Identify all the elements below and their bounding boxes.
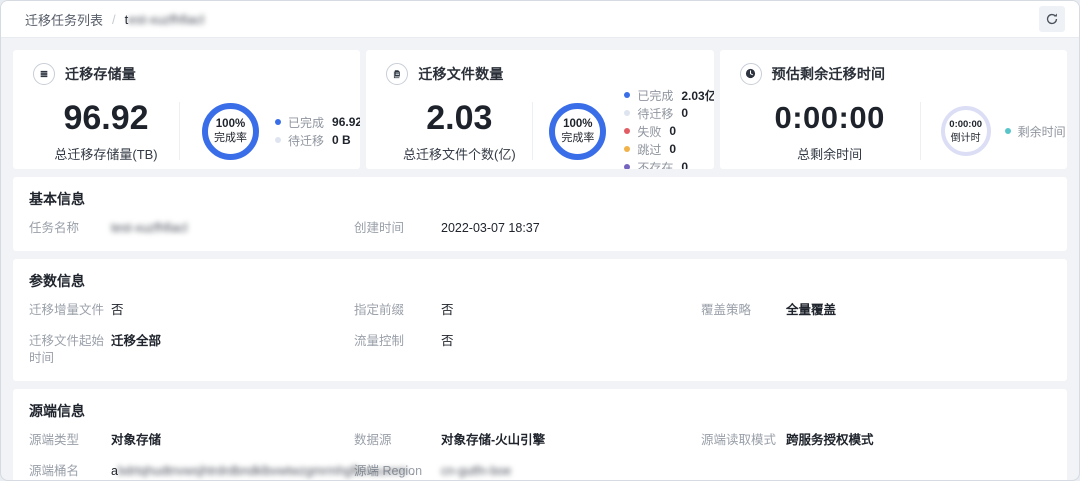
stat-cards: 迁移存储量 96.92 总迁移存储量(TB) 100% 完成率 已完成 96.9…	[13, 50, 1067, 169]
source-region-redacted: cn-gutfn-boe	[441, 463, 511, 480]
progress-caption: 完成率	[561, 132, 594, 145]
info-row: 任务名称 test-xuzfhfiacl 创建时间 2022-03-07 18:…	[29, 220, 1051, 237]
legend-item: 失败 0	[624, 122, 713, 140]
legend-dot-skipped	[624, 146, 630, 152]
info-row: 迁移文件起始时间 迁移全部 流量控制 否	[29, 333, 1051, 367]
legend-dot-pending	[624, 110, 630, 116]
throttle-label: 流量控制	[354, 333, 441, 367]
overwrite-policy-value: 全量覆盖	[786, 302, 836, 319]
time-legend: 剩余时间	[1005, 122, 1067, 140]
info-row: 迁移增量文件 否 指定前缀 否 覆盖策略 全量覆盖	[29, 302, 1051, 319]
remaining-time-label: 总剩余时间	[740, 144, 920, 163]
bucket-redacted: bdrtqhudtnvwsjhtrdrdbndklbvwtwzgmrmhgfbv…	[118, 464, 408, 478]
legend-item: 已完成 96.92 TB	[275, 113, 360, 131]
card-remaining-time: 预估剩余迁移时间 0:00:00 总剩余时间 0:00:00 倒计时 剩余时间	[720, 50, 1067, 169]
legend-dot-notexist	[624, 164, 630, 169]
read-mode-value: 跨服务授权模式	[786, 432, 874, 449]
countdown-ring: 0:00:00 倒计时	[941, 106, 991, 156]
legend-item: 剩余时间	[1005, 122, 1067, 140]
divider	[920, 102, 921, 160]
legend-dot-pending	[275, 137, 281, 143]
card-title: 预估剩余迁移时间	[772, 64, 886, 84]
legend-item: 已完成 2.03亿	[624, 86, 713, 104]
legend-item: 待迁移 0 B	[275, 131, 360, 149]
incremental-label: 迁移增量文件	[29, 302, 111, 319]
task-name-value-redacted: test-xuzfhfiacl	[111, 220, 187, 237]
breadcrumb: 迁移任务列表 / test-xuzfhfiacl	[1, 1, 1079, 38]
source-info-panel: 源端信息 源端类型 对象存储 数据源 对象存储-火山引擎 源端读取模式 跨服务授…	[13, 389, 1067, 481]
parameter-info-panel: 参数信息 迁移增量文件 否 指定前缀 否 覆盖策略 全量覆盖 迁移文件起始时间 …	[13, 259, 1067, 381]
info-row: 源端类型 对象存储 数据源 对象存储-火山引擎 源端读取模式 跨服务授权模式	[29, 432, 1051, 449]
progress-caption: 完成率	[214, 132, 247, 145]
card-title: 迁移文件数量	[418, 64, 503, 84]
source-bucket-value: abdrtqhudtnvwsjhtrdrdbndklbvwtwzgmrmhgfb…	[111, 463, 415, 480]
storage-progress-ring: 100% 完成率	[202, 103, 259, 160]
legend-dot-done	[624, 92, 630, 98]
countdown-value: 0:00:00	[949, 118, 982, 131]
files-icon	[386, 63, 408, 85]
storage-legend: 已完成 96.92 TB 待迁移 0 B	[275, 113, 360, 149]
source-info-title: 源端信息	[29, 402, 1051, 420]
card-migrated-files: 迁移文件数量 2.03 总迁移文件个数(亿) 100% 完成率 已完成 2.03…	[366, 50, 713, 169]
card-migrated-storage: 迁移存储量 96.92 总迁移存储量(TB) 100% 完成率 已完成 96.9…	[13, 50, 360, 169]
start-time-label: 迁移文件起始时间	[29, 333, 111, 367]
refresh-button[interactable]	[1039, 6, 1065, 32]
task-name-redacted: est-xuzfhfiacl	[128, 12, 204, 27]
files-legend: 已完成 2.03亿 待迁移 0 失败 0 跳过	[624, 86, 713, 169]
remaining-time-value: 0:00:00	[740, 99, 920, 137]
incremental-value: 否	[111, 302, 124, 319]
read-mode-label: 源端读取模式	[701, 432, 786, 449]
datasource-label: 数据源	[354, 432, 441, 449]
total-files-label: 总迁移文件个数(亿)	[386, 144, 532, 163]
migration-task-detail-page: 迁移任务列表 / test-xuzfhfiacl 迁移存储量 96.92 总迁移…	[0, 0, 1080, 481]
basic-info-title: 基本信息	[29, 190, 1051, 208]
breadcrumb-task-list-link[interactable]: 迁移任务列表	[25, 10, 103, 29]
created-time-value: 2022-03-07 18:37	[441, 220, 540, 237]
divider	[179, 102, 180, 160]
legend-dot-failed	[624, 128, 630, 134]
total-storage-value: 96.92	[33, 99, 179, 137]
divider	[532, 102, 533, 160]
legend-item: 待迁移 0	[624, 104, 713, 122]
legend-item: 跳过 0	[624, 140, 713, 158]
overwrite-policy-label: 覆盖策略	[701, 302, 786, 319]
info-row: 源端桶名 abdrtqhudtnvwsjhtrdrdbndklbvwtwzgmr…	[29, 463, 1051, 480]
total-files-value: 2.03	[386, 99, 532, 137]
prefix-label: 指定前缀	[354, 302, 441, 319]
source-bucket-label: 源端桶名	[29, 463, 111, 480]
clock-icon	[740, 63, 762, 85]
refresh-icon	[1045, 12, 1059, 26]
card-title: 迁移存储量	[65, 64, 136, 84]
created-time-label: 创建时间	[354, 220, 441, 237]
storage-icon	[33, 63, 55, 85]
legend-dot-done	[275, 119, 281, 125]
countdown-caption: 倒计时	[951, 132, 981, 145]
breadcrumb-separator: /	[112, 12, 116, 27]
prefix-value: 否	[441, 302, 454, 319]
source-type-value: 对象存储	[111, 432, 161, 449]
breadcrumb-task-name: test-xuzfhfiacl	[125, 12, 205, 27]
datasource-value: 对象存储-火山引擎	[441, 432, 545, 449]
progress-percent: 100%	[216, 118, 245, 131]
start-time-value: 迁移全部	[111, 333, 161, 367]
legend-item: 不存在 0	[624, 158, 713, 169]
basic-info-panel: 基本信息 任务名称 test-xuzfhfiacl 创建时间 2022-03-0…	[13, 177, 1067, 251]
throttle-value: 否	[441, 333, 454, 367]
files-progress-ring: 100% 完成率	[549, 103, 606, 160]
task-name-label: 任务名称	[29, 220, 111, 237]
parameter-info-title: 参数信息	[29, 272, 1051, 290]
source-type-label: 源端类型	[29, 432, 111, 449]
progress-percent: 100%	[563, 118, 592, 131]
legend-dot-remaining	[1005, 128, 1011, 134]
total-storage-label: 总迁移存储量(TB)	[33, 144, 179, 163]
